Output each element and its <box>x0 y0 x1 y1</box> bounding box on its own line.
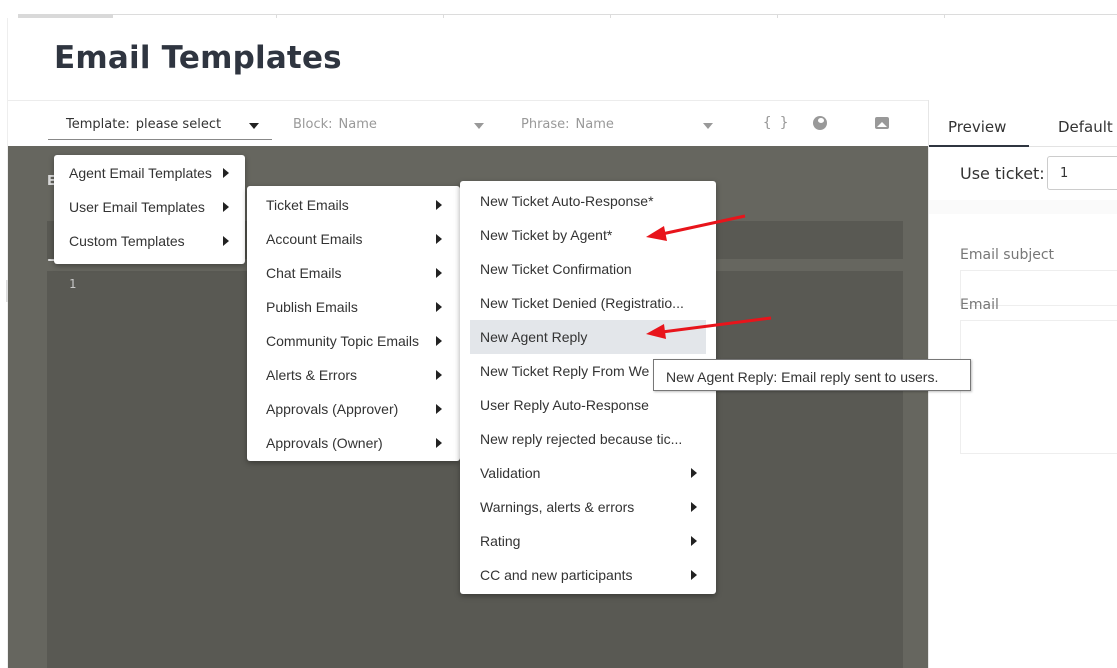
use-ticket-input[interactable]: 1 <box>1047 156 1117 190</box>
use-ticket-label: Use ticket: <box>960 164 1045 183</box>
panel-gap <box>929 200 1117 214</box>
menu-item-community-topic-emails[interactable]: Community Topic Emails <box>247 324 460 358</box>
tab-divider <box>610 14 611 18</box>
menu-item-label: Custom Templates <box>69 233 185 249</box>
menu-item-cc-new-participants[interactable]: CC and new participants <box>460 558 716 592</box>
block-select-label: Block: <box>293 117 333 132</box>
menu-item-user-email-templates[interactable]: User Email Templates <box>54 190 245 224</box>
submenu-arrow-icon <box>691 468 697 478</box>
submenu-arrow-icon <box>223 168 229 178</box>
globe-icon[interactable] <box>813 116 827 130</box>
menu-item-label: Agent Email Templates <box>69 165 212 181</box>
active-tab-underline <box>929 145 1029 147</box>
tab-default[interactable]: Default <box>1058 118 1113 136</box>
template-menu: Agent Email Templates User Email Templat… <box>54 155 245 264</box>
page-title: Email Templates <box>54 40 342 76</box>
menu-item-label: Chat Emails <box>266 265 342 281</box>
email-label: Email <box>960 297 999 313</box>
tab-divider <box>777 14 778 18</box>
menu-item-label: User Email Templates <box>69 199 205 215</box>
tab-divider <box>276 14 277 18</box>
menu-item-chat-emails[interactable]: Chat Emails <box>247 256 460 290</box>
menu-item-user-reply-auto-response[interactable]: User Reply Auto-Response <box>460 388 716 422</box>
phrase-select[interactable]: Phrase: Name <box>521 117 614 132</box>
image-icon[interactable] <box>875 117 889 129</box>
menu-item-warnings-alerts-errors[interactable]: Warnings, alerts & errors <box>460 490 716 524</box>
submenu-arrow-icon <box>691 502 697 512</box>
menu-item-label: New Ticket Confirmation <box>480 261 632 277</box>
menu-item-label: Ticket Emails <box>266 197 349 213</box>
menu-item-label: Validation <box>480 465 541 481</box>
menu-item-label: New Agent Reply <box>480 329 588 345</box>
menu-item-ticket-emails[interactable]: Ticket Emails <box>247 188 460 222</box>
tab-divider <box>944 14 945 18</box>
left-nav-edge <box>0 18 8 668</box>
submenu-arrow-icon <box>436 438 442 448</box>
submenu-arrow-icon <box>691 570 697 580</box>
template-select-value: please select <box>135 117 222 132</box>
menu-item-new-agent-reply[interactable]: New Agent Reply <box>470 320 706 354</box>
menu-item-label: New Ticket Reply From We <box>480 363 650 379</box>
menu-item-label: Approvals (Owner) <box>266 435 383 451</box>
menu-item-label: New reply rejected because tic... <box>480 431 683 447</box>
submenu-arrow-icon <box>223 236 229 246</box>
menu-item-validation[interactable]: Validation <box>460 456 716 490</box>
menu-item-new-ticket-by-agent[interactable]: New Ticket by Agent* <box>460 218 716 252</box>
top-tab-strip <box>0 0 1117 18</box>
submenu-arrow-icon <box>436 404 442 414</box>
tooltip: New Agent Reply: Email reply sent to use… <box>653 359 971 391</box>
template-select-underline <box>48 139 272 140</box>
menu-item-new-reply-rejected[interactable]: New reply rejected because tic... <box>460 422 716 456</box>
menu-item-label: Rating <box>480 533 521 549</box>
phrase-caret-icon[interactable] <box>703 123 713 129</box>
submenu-arrow-icon <box>223 202 229 212</box>
submenu-arrow-icon <box>436 234 442 244</box>
menu-item-rating[interactable]: Rating <box>460 524 716 558</box>
tab-strip-line <box>113 14 1117 15</box>
menu-item-label: Publish Emails <box>266 299 358 315</box>
template-select[interactable]: Template: please select <box>66 117 221 132</box>
menu-item-custom-templates[interactable]: Custom Templates <box>54 224 245 258</box>
menu-item-label: Account Emails <box>266 231 363 247</box>
menu-item-approvals-owner[interactable]: Approvals (Owner) <box>247 426 460 460</box>
template-caret-icon[interactable] <box>249 123 259 129</box>
menu-item-new-ticket-confirmation[interactable]: New Ticket Confirmation <box>460 252 716 286</box>
menu-item-label: New Ticket by Agent* <box>480 227 613 243</box>
menu-item-publish-emails[interactable]: Publish Emails <box>247 290 460 324</box>
email-preview <box>960 320 1117 454</box>
menu-item-label: New Ticket Denied (Registratio... <box>480 295 684 311</box>
tab-divider <box>443 14 444 18</box>
block-caret-icon[interactable] <box>474 123 484 129</box>
menu-item-label: Warnings, alerts & errors <box>480 499 635 515</box>
menu-item-label: CC and new participants <box>480 567 633 583</box>
active-tab-indicator <box>18 14 113 18</box>
user-email-templates-menu: Ticket Emails Account Emails Chat Emails… <box>247 186 460 461</box>
menu-item-approvals-approver[interactable]: Approvals (Approver) <box>247 392 460 426</box>
submenu-arrow-icon <box>436 336 442 346</box>
menu-item-account-emails[interactable]: Account Emails <box>247 222 460 256</box>
menu-item-label: New Ticket Auto-Response* <box>480 193 654 209</box>
menu-item-label: Alerts & Errors <box>266 367 358 383</box>
block-select[interactable]: Block: Name <box>293 117 377 132</box>
template-select-label: Template: <box>66 117 130 132</box>
menu-item-new-ticket-auto-response[interactable]: New Ticket Auto-Response* <box>460 184 716 218</box>
menu-item-agent-email-templates[interactable]: Agent Email Templates <box>54 156 245 190</box>
block-select-value: Name <box>338 117 377 132</box>
email-subject-label: Email subject <box>960 247 1055 263</box>
phrase-select-value: Name <box>575 117 614 132</box>
phrase-select-label: Phrase: <box>521 117 570 132</box>
menu-item-label: Approvals (Approver) <box>266 401 399 417</box>
menu-item-label: User Reply Auto-Response <box>480 397 649 413</box>
menu-item-alerts-errors[interactable]: Alerts & Errors <box>247 358 460 392</box>
tab-preview[interactable]: Preview <box>948 118 1006 136</box>
menu-item-new-ticket-denied[interactable]: New Ticket Denied (Registratio... <box>460 286 716 320</box>
submenu-arrow-icon <box>436 268 442 278</box>
line-number: 1 <box>69 277 77 291</box>
menu-item-label: Community Topic Emails <box>266 333 420 349</box>
submenu-arrow-icon <box>436 302 442 312</box>
submenu-arrow-icon <box>436 370 442 380</box>
braces-icon[interactable]: { } <box>763 115 788 131</box>
submenu-arrow-icon <box>691 536 697 546</box>
submenu-arrow-icon <box>436 200 442 210</box>
